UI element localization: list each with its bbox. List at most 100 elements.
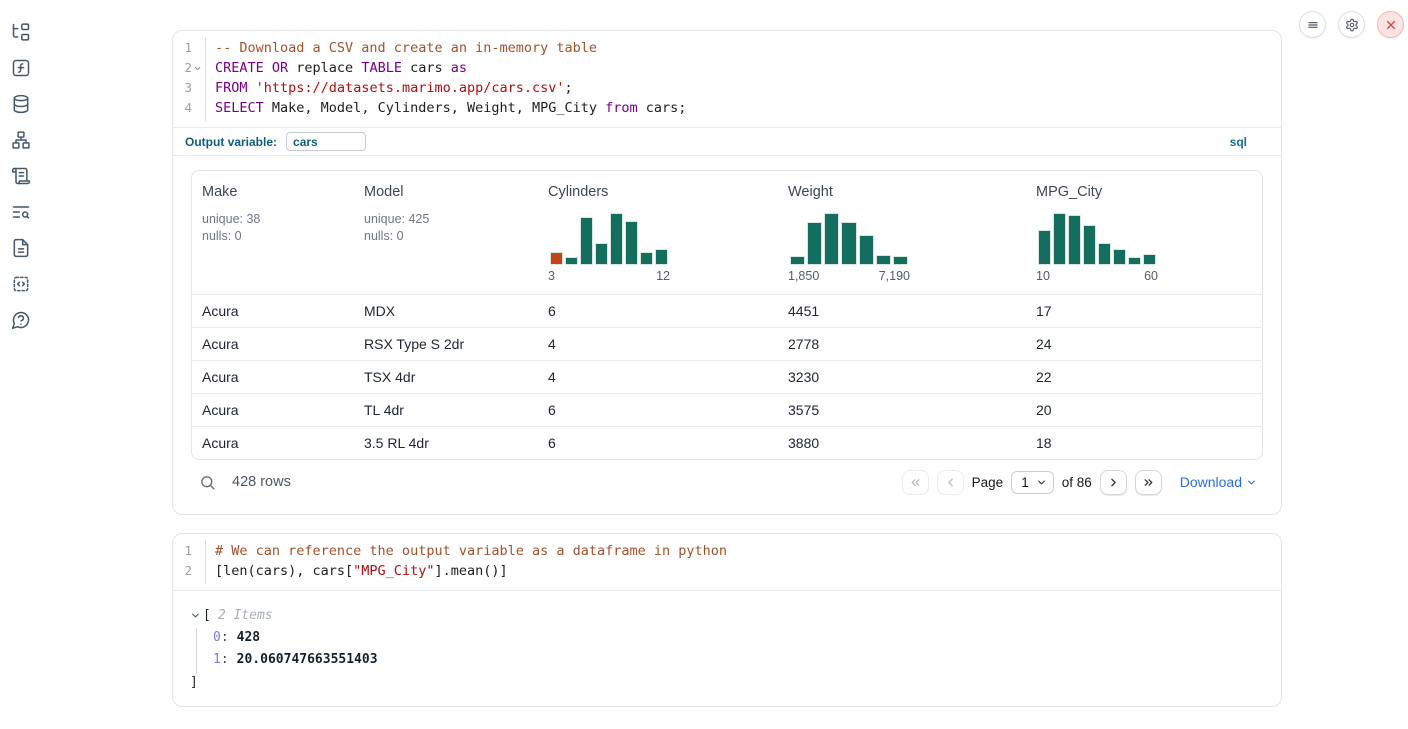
table-cell: Acura (192, 369, 354, 385)
code-token: -- Download a CSV and create an in-memor… (215, 40, 597, 56)
page-select[interactable]: 1 (1011, 471, 1054, 494)
histogram-bar (655, 249, 668, 265)
output-variable-label: Output variable: (185, 135, 277, 149)
table-header: Makeunique: 38nulls: 0Modelunique: 425nu… (192, 171, 1262, 294)
output-variable-input[interactable] (286, 132, 366, 151)
last-page-button[interactable] (1135, 470, 1162, 495)
column-header: Model unique: 425nulls: 0 (354, 171, 538, 294)
items-count: 2 Items (218, 608, 273, 623)
histogram-bar (1053, 213, 1066, 265)
code-token: [len(cars), cars[ (215, 563, 353, 579)
table-cell: 4451 (778, 303, 1026, 319)
column-header: MPG_City1060 (1026, 171, 1263, 294)
column-name[interactable]: Model (364, 184, 404, 200)
logs-icon[interactable] (11, 202, 31, 222)
page-select-value: 1 (1021, 475, 1029, 490)
file-explorer-icon[interactable] (11, 22, 31, 42)
dependency-graph-icon[interactable] (11, 130, 31, 150)
table-footer: 428 rows Page 1 of 86 (191, 460, 1263, 504)
table-row: AcuraRSX Type S 2dr4277824 (192, 327, 1262, 360)
column-name[interactable]: Cylinders (548, 184, 608, 200)
entry-key: 0 (213, 630, 221, 645)
menu-button[interactable] (1299, 11, 1326, 38)
documentation-icon[interactable] (11, 238, 31, 258)
search-icon[interactable] (199, 474, 216, 491)
fold-chevron-icon[interactable] (192, 63, 203, 74)
function-square-icon[interactable] (11, 58, 31, 78)
code-line: 2CREATE OR replace TABLE cars as (173, 58, 1281, 78)
close-icon (1384, 18, 1398, 32)
next-page-button[interactable] (1100, 470, 1127, 495)
chevrons-left-icon (909, 476, 922, 489)
entry-key: 1 (213, 652, 221, 667)
menu-icon (1306, 18, 1320, 32)
download-link[interactable]: Download (1180, 474, 1257, 490)
column-name[interactable]: MPG_City (1036, 184, 1102, 200)
table-cell: 4 (538, 369, 778, 385)
download-label: Download (1180, 474, 1242, 490)
snippets-icon[interactable] (11, 274, 31, 294)
help-icon[interactable] (11, 310, 31, 330)
tree-guide-line (196, 628, 197, 674)
entry-colon: : (221, 652, 229, 667)
gear-icon (1345, 18, 1359, 32)
table-row: AcuraTL 4dr6357520 (192, 393, 1262, 426)
shutdown-button[interactable] (1377, 11, 1404, 38)
table-cell: 3880 (778, 435, 1026, 451)
code-token: cars; (638, 100, 687, 116)
collapse-icon[interactable] (190, 610, 201, 621)
chevron-left-icon (944, 476, 957, 489)
code-token: "MPG_City" (353, 563, 434, 579)
code-token: cars (402, 60, 451, 76)
entry-colon: : (221, 630, 229, 645)
histogram-bar (807, 222, 822, 265)
sql-code-editor[interactable]: 1 -- Download a CSV and create an in-memo… (173, 31, 1281, 127)
line-number: 1 (184, 38, 192, 58)
entry-value: 428 (237, 630, 260, 645)
table-cell: Acura (192, 402, 354, 418)
code-token: replace (288, 60, 361, 76)
histogram-bar (1038, 230, 1051, 265)
language-badge[interactable]: sql (1230, 135, 1247, 149)
page-total: of 86 (1062, 475, 1092, 490)
column-stats: unique: 425nulls: 0 (364, 211, 528, 244)
table-output: Makeunique: 38nulls: 0Modelunique: 425nu… (173, 156, 1281, 514)
entry-value: 20.060747663551403 (237, 652, 378, 667)
table-body: AcuraMDX6445117AcuraRSX Type S 2dr427782… (192, 294, 1262, 459)
line-number: 3 (184, 78, 192, 98)
histogram-bar (550, 252, 563, 265)
line-number: 4 (184, 98, 192, 118)
scratchpad-icon[interactable] (11, 166, 31, 186)
table-cell: TL 4dr (354, 402, 538, 418)
column-name[interactable]: Weight (788, 184, 833, 200)
notebook-actions (1299, 11, 1404, 38)
code-line: 4SELECT Make, Model, Cylinders, Weight, … (173, 98, 1281, 118)
table-cell: MDX (354, 303, 538, 319)
histogram-range-labels: 312 (548, 269, 670, 283)
code-token: from (605, 100, 638, 116)
code-token: # We can reference the output variable a… (215, 543, 727, 559)
settings-button[interactable] (1338, 11, 1365, 38)
close-bracket: ] (190, 670, 1263, 690)
table-row: AcuraTSX 4dr4323022 (192, 360, 1262, 393)
column-name[interactable]: Make (202, 184, 237, 200)
histogram-bar (610, 213, 623, 265)
python-output: [ 2 Items 0:4281:20.060747663551403 ] (173, 590, 1281, 706)
database-icon[interactable] (11, 94, 31, 114)
table-cell: Acura (192, 336, 354, 352)
tree-entry: 0:428 (213, 626, 1263, 648)
prev-page-button[interactable] (937, 470, 964, 495)
histogram-bar (876, 255, 891, 265)
table-cell: 3.5 RL 4dr (354, 435, 538, 451)
python-code-editor[interactable]: 1# We can reference the output variable … (173, 534, 1281, 590)
column-header: Weight1,8507,190 (778, 171, 1026, 294)
code-token: FROM (215, 80, 248, 96)
histogram-bar (841, 222, 856, 265)
first-page-button[interactable] (902, 470, 929, 495)
column-histogram (550, 213, 668, 265)
code-token: ].mean()] (434, 563, 507, 579)
table-cell: 22 (1026, 369, 1263, 385)
table-row: AcuraMDX6445117 (192, 294, 1262, 327)
page-label: Page (972, 475, 1004, 490)
notebook: 1 -- Download a CSV and create an in-memo… (172, 30, 1282, 707)
